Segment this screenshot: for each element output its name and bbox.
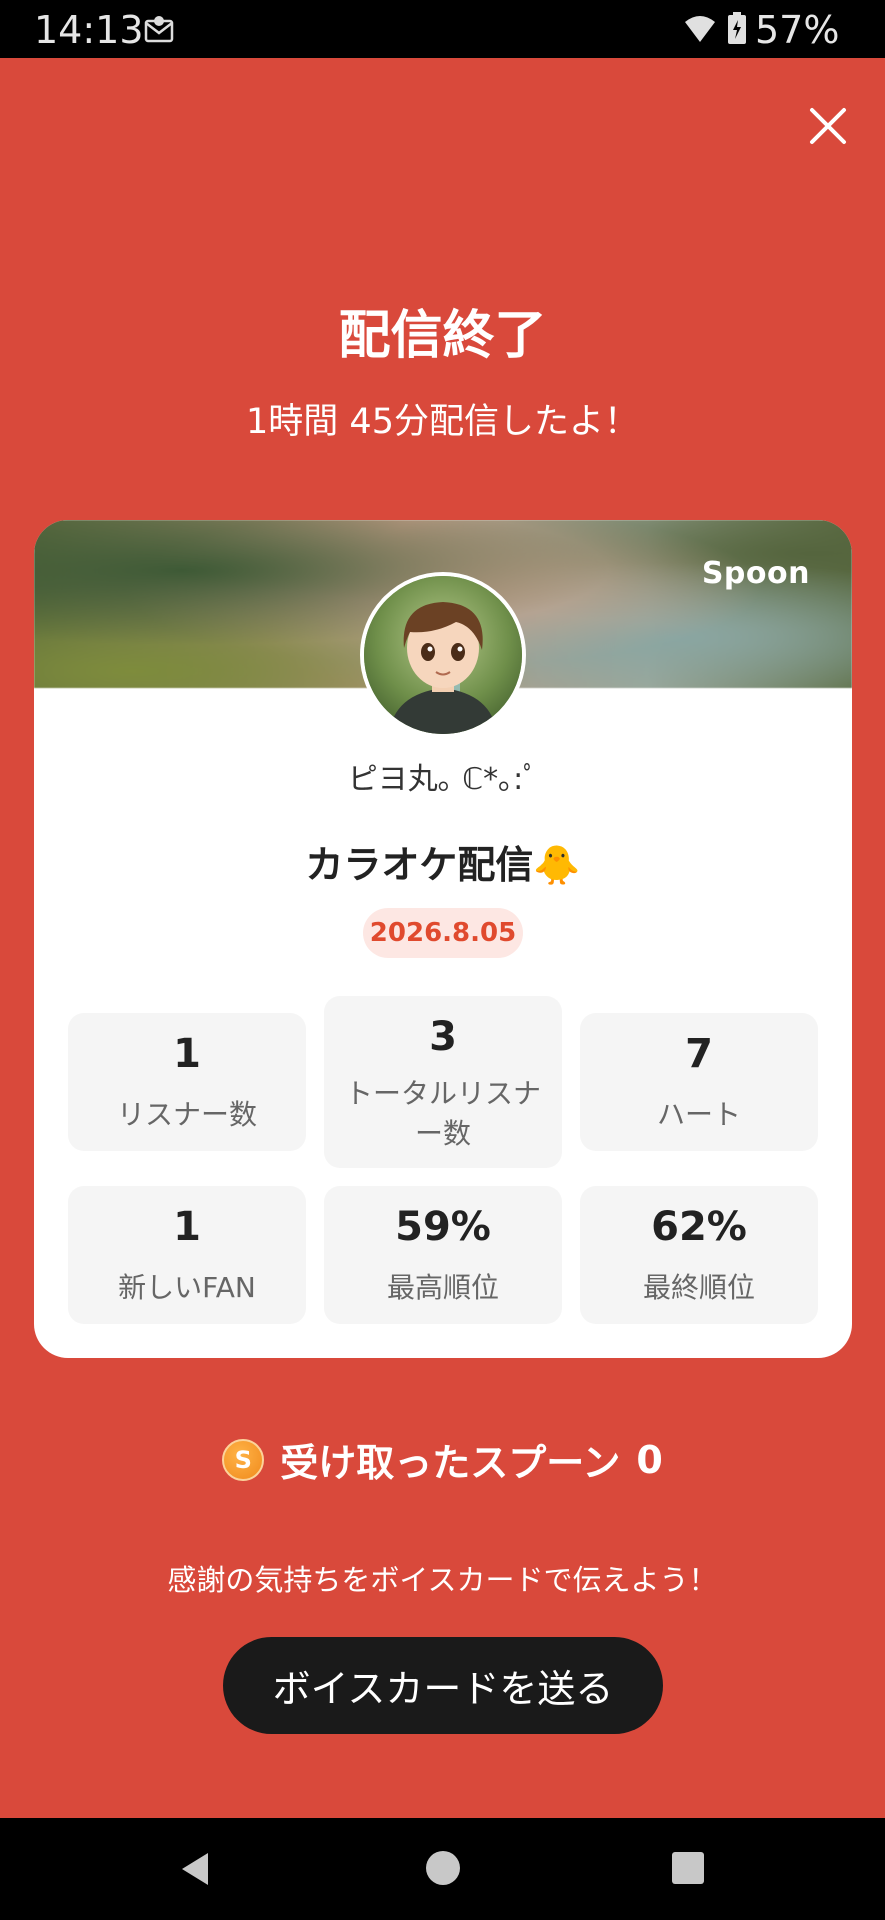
home-icon[interactable] bbox=[426, 1851, 460, 1885]
send-voice-card-button[interactable]: ボイスカードを送る bbox=[223, 1637, 663, 1734]
brand-logo: Spoon bbox=[701, 556, 810, 591]
stat-value: 1 bbox=[173, 1031, 201, 1077]
stat-listeners: 1 リスナー数 bbox=[68, 1013, 306, 1151]
stat-label: 新しいFAN bbox=[118, 1271, 256, 1304]
stat-label: トータルリスナー数 bbox=[344, 1077, 541, 1150]
spoons-received: S 受け取ったスプーン 0 bbox=[0, 1432, 885, 1487]
summary-card: Spoon ピヨ丸｡ ℂ*｡:ﾟ カラオケ配信🐥 2026.8.05 1 リスナ… bbox=[34, 520, 852, 1358]
stat-hearts: 7 ハート bbox=[580, 1013, 818, 1151]
spoons-label: 受け取ったスプーン bbox=[280, 1441, 621, 1485]
stat-final-rank: 62% 最終順位 bbox=[580, 1186, 818, 1324]
navigation-bar bbox=[0, 1818, 885, 1920]
avatar bbox=[360, 572, 526, 738]
stat-highest-rank: 59% 最高順位 bbox=[324, 1186, 562, 1324]
date-badge: 2026.8.05 bbox=[363, 908, 523, 958]
battery-icon bbox=[728, 12, 746, 44]
username: ピヨ丸｡ ℂ*｡:ﾟ bbox=[347, 762, 539, 797]
spoons-count: 0 bbox=[636, 1437, 663, 1482]
battery-percent: 57% bbox=[755, 8, 840, 52]
mail-notification-icon bbox=[144, 16, 174, 43]
stat-label: リスナー数 bbox=[116, 1098, 257, 1131]
stat-total-listeners: 3 トータルリスナー数 bbox=[324, 996, 562, 1168]
thanks-message: 感謝の気持ちをボイスカードで伝えよう！ bbox=[167, 1563, 718, 1597]
spoon-coin-icon: S bbox=[222, 1438, 265, 1481]
stat-label: ハート bbox=[656, 1098, 741, 1131]
live-title: カラオケ配信🐥 bbox=[305, 843, 581, 887]
back-icon[interactable] bbox=[178, 1851, 212, 1887]
recents-icon[interactable] bbox=[672, 1852, 704, 1884]
status-time: 14:13 bbox=[34, 8, 144, 52]
status-bar: 14:13 57% bbox=[0, 0, 885, 58]
stat-value: 7 bbox=[685, 1031, 713, 1077]
close-icon bbox=[810, 108, 846, 144]
stat-value: 3 bbox=[429, 1014, 457, 1060]
close-button[interactable] bbox=[800, 98, 856, 154]
wifi-icon bbox=[685, 16, 715, 42]
duration-text: 1時間 45分配信したよ！ bbox=[246, 402, 639, 442]
stat-label: 最高順位 bbox=[386, 1271, 499, 1304]
stat-new-fans: 1 新しいFAN bbox=[68, 1186, 306, 1324]
stat-value: 62% bbox=[651, 1204, 747, 1250]
stat-value: 1 bbox=[173, 1204, 201, 1250]
avatar-image bbox=[364, 576, 522, 734]
stat-label: 最終順位 bbox=[642, 1271, 755, 1304]
stat-value: 59% bbox=[395, 1204, 491, 1250]
page-title: 配信終了 bbox=[338, 306, 547, 366]
